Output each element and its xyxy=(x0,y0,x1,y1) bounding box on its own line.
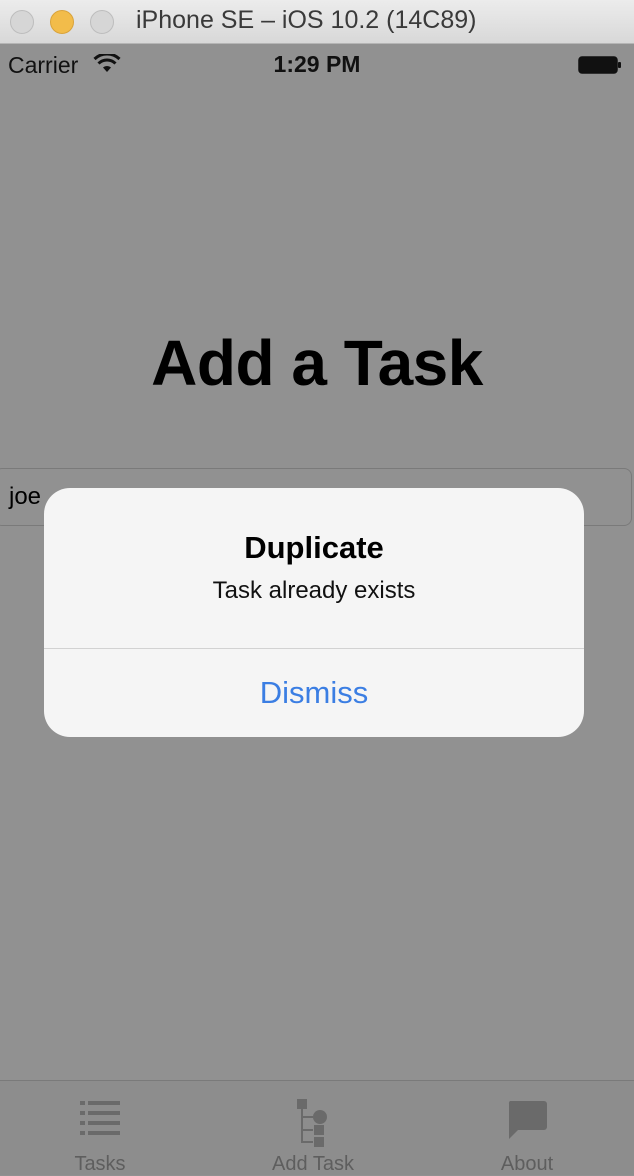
tree-icon xyxy=(297,1099,327,1147)
window-minimize-button[interactable] xyxy=(50,10,74,34)
tab-tasks[interactable]: Tasks xyxy=(20,1081,180,1175)
window-titlebar: iPhone SE – iOS 10.2 (14C89) xyxy=(0,0,634,44)
tab-bar: Tasks Add Task About xyxy=(0,1080,634,1175)
tab-add-task-label: Add Task xyxy=(272,1153,354,1175)
window-title: iPhone SE – iOS 10.2 (14C89) xyxy=(136,6,477,34)
status-time: 1:29 PM xyxy=(273,51,361,77)
duplicate-alert: Duplicate Task already exists Dismiss xyxy=(44,488,584,737)
tab-add-task[interactable]: Add Task xyxy=(233,1081,393,1175)
battery-icon xyxy=(578,56,621,74)
window-close-button[interactable] xyxy=(10,10,34,34)
tab-tasks-label: Tasks xyxy=(74,1153,126,1175)
tab-about[interactable]: About xyxy=(447,1081,607,1175)
dismiss-button[interactable]: Dismiss xyxy=(44,649,584,737)
list-icon xyxy=(80,1101,120,1135)
status-bar: Carrier 1:29 PM xyxy=(0,44,634,84)
page-title: Add a Task xyxy=(151,327,483,399)
tab-about-label: About xyxy=(500,1153,554,1175)
alert-title: Duplicate xyxy=(244,530,384,565)
window-zoom-button[interactable] xyxy=(90,10,114,34)
alert-message: Task already exists xyxy=(212,577,416,604)
speech-bubble-icon xyxy=(508,1101,547,1139)
